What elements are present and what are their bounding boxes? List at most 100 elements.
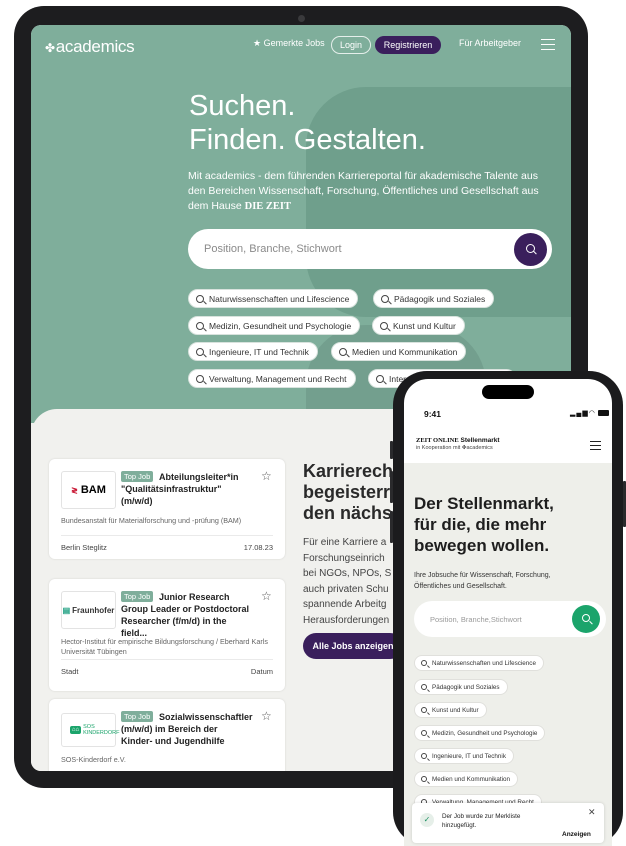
category-chip[interactable]: Verwaltung, Management und Recht	[188, 369, 356, 388]
job-card[interactable]: ▤ Fraunhofer Top Job Junior Research Grou…	[49, 579, 285, 691]
phone-side-button	[390, 471, 393, 503]
hero-title: Suchen. Finden. Gestalten.	[189, 89, 426, 157]
dynamic-island	[482, 385, 534, 399]
wifi-icon: ◠	[588, 410, 596, 417]
job-title[interactable]: Junior Research Group Leader or Postdoct…	[121, 591, 251, 639]
career-text-line: spannende Arbeitg	[303, 599, 387, 610]
chip-label: Kunst und Kultur	[432, 706, 479, 714]
signal-icon: ▂▄▆	[570, 410, 589, 417]
bam-logo-mark-icon: ≷	[71, 485, 78, 495]
bookmark-star-icon[interactable]: ☆	[261, 469, 272, 483]
phone-category-chip[interactable]: Medien und Kommunikation	[414, 771, 519, 787]
hamburger-menu-icon[interactable]	[541, 39, 555, 50]
phone-screen: 9:41 ▂▄▆◠ ZEIT ONLINE Stellenmarkt in Ko…	[404, 379, 612, 846]
search-icon	[376, 374, 384, 383]
career-heading-line: begeisterr	[303, 482, 391, 502]
job-location: Stadt	[61, 667, 79, 676]
search-icon	[196, 347, 204, 356]
job-search-input[interactable]	[202, 239, 502, 259]
job-title[interactable]: Abteilungsleiter*in "Qualitätsinfrastruk…	[121, 471, 251, 507]
employer-name: SOS-Kinderdorf e.V.	[61, 755, 126, 764]
chip-label: Kunst und Kultur	[393, 320, 456, 331]
employer-name: Hector-Institut für empirische Bildungsf…	[61, 637, 268, 656]
company-logo-text: SOS KINDERDORF	[83, 724, 120, 736]
cooperation-text: in Kooperation mit	[416, 445, 461, 451]
for-employers-link[interactable]: Für Arbeitgeber	[459, 38, 521, 48]
status-icons: ▂▄▆◠	[570, 409, 609, 417]
job-title[interactable]: Sozialwissenschaftler (m/w/d) im Bereich…	[121, 711, 253, 747]
category-chip[interactable]: Medien und Kommunikation	[331, 342, 467, 361]
company-logo-text: BAM	[80, 484, 106, 496]
chip-label: Medien und Kommunikation	[432, 775, 511, 783]
career-heading-line: Karrierech	[303, 461, 394, 481]
phone-title-line: Der Stellenmarkt,	[414, 494, 554, 513]
category-chip[interactable]: Naturwissenschaften und Lifescience	[188, 289, 359, 308]
toast-show-link[interactable]: Anzeigen	[562, 831, 591, 838]
all-jobs-button[interactable]: Alle Jobs anzeigen	[303, 633, 403, 659]
chip-label: Medizin, Gesundheit und Psychologie	[432, 729, 538, 737]
employer-name: Bundesanstalt für Materialforschung und …	[61, 516, 242, 525]
academics-logo[interactable]: ✤academics	[45, 37, 135, 57]
phone-side-button	[390, 441, 393, 459]
chip-label: Pädagogik und Soziales	[394, 293, 486, 304]
job-date: Datum	[250, 667, 273, 676]
phone-hero-title: Der Stellenmarkt, für die, die mehr bewe…	[414, 493, 554, 556]
search-button[interactable]	[514, 233, 547, 266]
hamburger-menu-icon[interactable]	[590, 441, 601, 450]
saved-jobs-link[interactable]: ★ Gemerkte Jobs	[253, 38, 325, 49]
career-heading: Karrierech begeisterr den nächs	[303, 461, 393, 524]
career-text-line: auch privaten Schu	[303, 583, 389, 595]
phone-search-bar	[414, 601, 606, 637]
phone-hero: Der Stellenmarkt, für die, die mehr bewe…	[404, 463, 612, 846]
phone-title-line: bewegen wollen.	[414, 536, 550, 555]
phone-category-chip[interactable]: Ingenieure, IT und Technik	[414, 748, 514, 764]
bookmark-star-icon[interactable]: ☆	[261, 709, 272, 723]
company-logo-text: Fraunhofer	[72, 605, 115, 615]
tablet-camera	[298, 15, 305, 22]
company-logo: ⌂⌂ SOS KINDERDORF	[61, 713, 120, 747]
chip-label: Medien und Kommunikation	[352, 346, 458, 357]
career-description: Für eine Karriere a Forschungseinrich be…	[303, 535, 391, 628]
search-icon	[196, 321, 204, 330]
academics-brand: academics	[466, 445, 493, 451]
phone-brand-header[interactable]: ZEIT ONLINE Stellenmarkt in Kooperation …	[416, 437, 500, 451]
logo-text: academics	[55, 37, 135, 56]
saved-jobs-label: Gemerkte Jobs	[263, 38, 325, 48]
chip-label: Ingenieure, IT und Technik	[432, 752, 506, 760]
phone-category-chip[interactable]: Pädagogik und Soziales	[414, 679, 508, 695]
hero-section: ✤academics ★ Gemerkte Jobs Login Registr…	[31, 25, 571, 423]
hero-title-line: Finden. Gestalten.	[189, 124, 426, 156]
login-button[interactable]: Login	[331, 36, 371, 54]
job-card[interactable]: ⌂⌂ SOS KINDERDORF Top Job Sozialwissensch…	[49, 699, 285, 771]
stellenmarkt-brand: Stellenmarkt	[460, 437, 500, 444]
bookmark-star-icon[interactable]: ☆	[261, 589, 272, 603]
chip-label: Medizin, Gesundheit und Psychologie	[209, 320, 352, 331]
bookmark-toast: ✓ Der Job wurde zur Merkliste hinzugefüg…	[412, 803, 604, 843]
phone-search-input[interactable]	[428, 612, 568, 626]
battery-icon	[597, 410, 609, 417]
search-icon	[582, 614, 590, 622]
zeit-online-stellenmarkt-logo: ZEIT ONLINE Stellenmarkt	[416, 437, 500, 444]
academics-logo-mark-icon: ✤	[45, 41, 55, 55]
phone-title-line: für die, die mehr	[414, 515, 547, 534]
search-icon	[421, 730, 427, 736]
phone-search-button[interactable]	[572, 605, 600, 633]
chip-label: Ingenieure, IT und Technik	[209, 346, 309, 357]
phone-category-chip[interactable]: Kunst und Kultur	[414, 702, 487, 718]
phone-hero-description: Ihre Jobsuche für Wissenschaft, Forschun…	[414, 571, 551, 592]
category-chip[interactable]: Kunst und Kultur	[372, 316, 465, 335]
category-chip[interactable]: Ingenieure, IT und Technik	[188, 342, 318, 361]
category-chip[interactable]: Medizin, Gesundheit und Psychologie	[188, 316, 361, 335]
close-icon[interactable]: ✕	[588, 807, 596, 818]
register-button[interactable]: Registrieren	[375, 36, 441, 54]
category-chip[interactable]: Pädagogik und Soziales	[373, 289, 495, 308]
job-date: 17.08.23	[243, 543, 273, 552]
chip-label: Naturwissenschaften und Lifescience	[432, 659, 536, 667]
search-icon	[381, 294, 389, 303]
phone-category-chip[interactable]: Naturwissenschaften und Lifescience	[414, 655, 544, 671]
phone-category-chip[interactable]: Medizin, Gesundheit und Psychologie	[414, 725, 546, 741]
job-card[interactable]: ≷ BAM Top Job Abteilungsleiter*in "Qualit…	[49, 459, 285, 559]
search-icon	[421, 707, 427, 713]
career-text-line: bei NGOs, NPOs, S	[303, 568, 392, 579]
toast-message: Der Job wurde zur Merkliste hinzugefügt.	[442, 813, 521, 829]
